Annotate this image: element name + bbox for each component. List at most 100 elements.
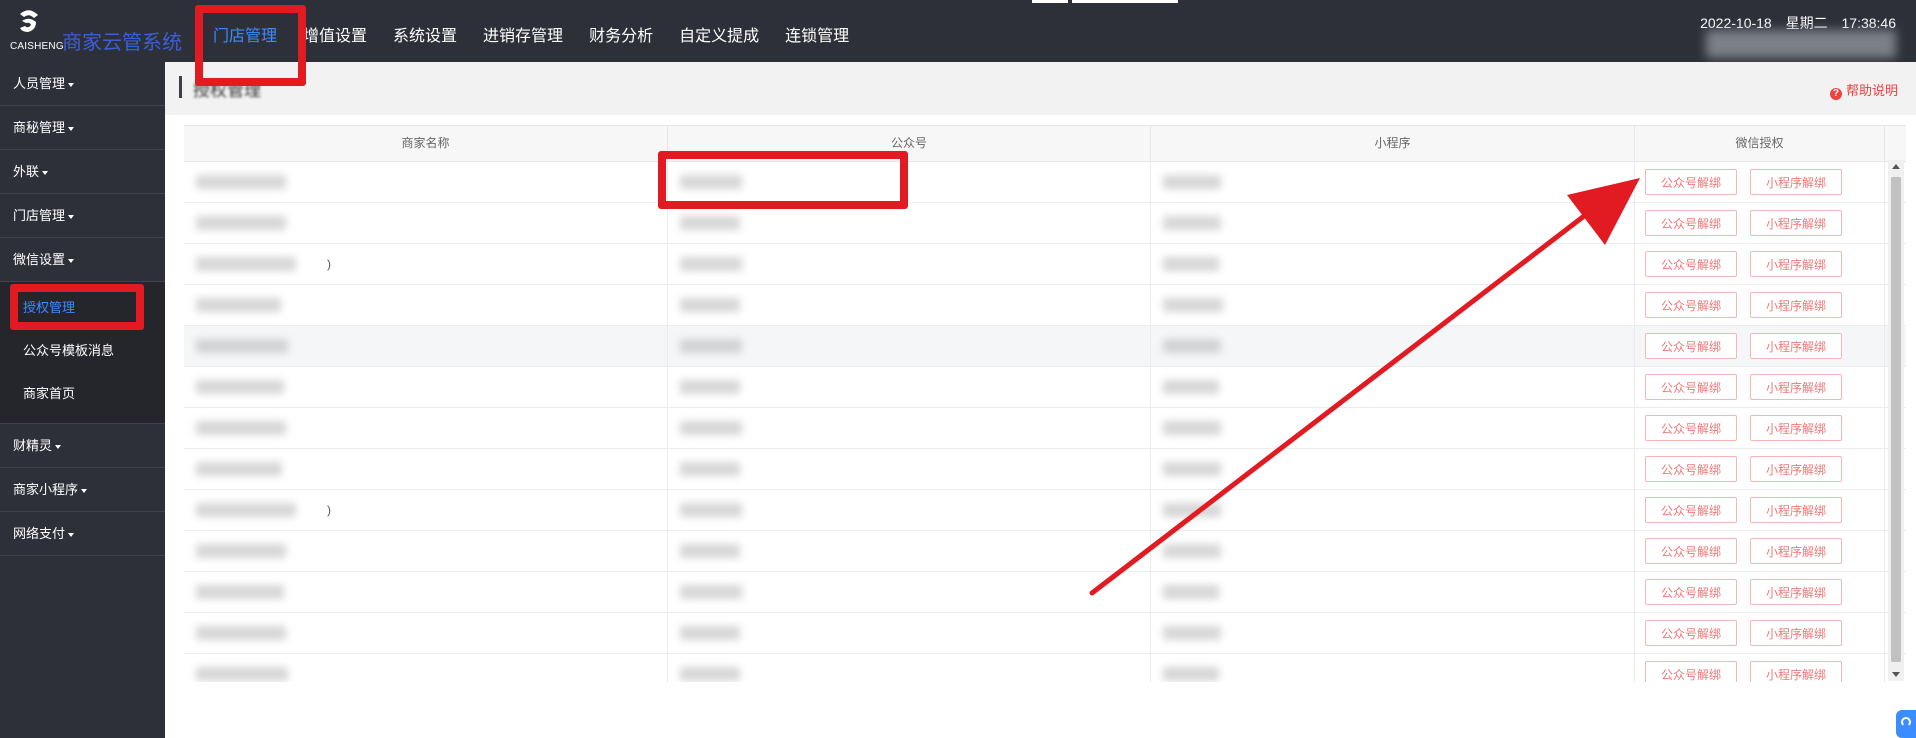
mini-program-cell [1151, 203, 1635, 243]
customer-service-icon[interactable] [1896, 710, 1916, 738]
sidebar-menu-item[interactable]: 网络支付 [0, 512, 165, 556]
unbind-mini-program-button[interactable]: 小程序解绑 [1750, 620, 1842, 646]
merchant-name-cell [184, 408, 668, 448]
sidebar-submenu: 授权管理 公众号模板消息 商家首页 [0, 282, 165, 424]
unbind-official-button[interactable]: 公众号解绑 [1645, 292, 1737, 318]
unbind-mini-program-button[interactable]: 小程序解绑 [1750, 661, 1842, 682]
sidebar-menu-item[interactable]: 微信设置 [0, 238, 165, 282]
scroll-down-arrow-icon[interactable] [1892, 672, 1900, 677]
sidebar-menu-item[interactable]: 商家小程序 [0, 468, 165, 512]
auth-button-group: 公众号解绑 小程序解绑 [1635, 531, 1884, 564]
redacted-value [1163, 175, 1221, 189]
redacted-value [1163, 667, 1219, 681]
unbind-mini-program-button[interactable]: 小程序解绑 [1750, 497, 1842, 523]
top-nav-item[interactable]: 自定义提成 [666, 0, 772, 62]
top-nav-item[interactable]: 连锁管理 [772, 0, 862, 62]
unbind-mini-program-button[interactable]: 小程序解绑 [1750, 579, 1842, 605]
unbind-mini-program-button[interactable]: 小程序解绑 [1750, 292, 1842, 318]
wechat-auth-cell: 公众号解绑 小程序解绑 [1635, 531, 1885, 571]
unbind-official-button[interactable]: 公众号解绑 [1645, 374, 1737, 400]
redacted-value [680, 585, 742, 599]
sidebar-subitem[interactable]: 公众号模板消息 [0, 331, 165, 374]
unbind-mini-program-button[interactable]: 小程序解绑 [1750, 333, 1842, 359]
top-nav-item[interactable]: 财务分析 [576, 0, 666, 62]
sidebar-menu-label: 网络支付 [13, 526, 66, 541]
unbind-official-button[interactable]: 公众号解绑 [1645, 169, 1737, 195]
unbind-official-button[interactable]: 公众号解绑 [1645, 210, 1737, 236]
logo-icon [20, 10, 38, 32]
unbind-mini-program-button[interactable]: 小程序解绑 [1750, 169, 1842, 195]
sidebar-menu-item[interactable]: 门店管理 [0, 194, 165, 238]
table-row: 公众号解绑 小程序解绑 [184, 285, 1906, 326]
unbind-official-button[interactable]: 公众号解绑 [1645, 661, 1737, 682]
redacted-value [196, 216, 286, 230]
table-row: 公众号解绑 小程序解绑 [184, 203, 1906, 244]
unbind-official-button[interactable]: 公众号解绑 [1645, 251, 1737, 277]
redacted-value [196, 421, 286, 435]
mini-program-cell [1151, 449, 1635, 489]
sidebar: 人员管理 商秘管理 外联 门店管理 微信设置 授权管理 公众号模板消息 商家首页 财精灵 商家小程… [0, 62, 165, 738]
unbind-mini-program-button[interactable]: 小程序解绑 [1750, 251, 1842, 277]
merchant-name-tail: ) [327, 503, 331, 517]
merchant-name-cell: ) [184, 244, 668, 284]
table-scrollbar[interactable] [1888, 160, 1904, 681]
top-nav-item[interactable]: 系统设置 [380, 0, 470, 62]
unbind-mini-program-button[interactable]: 小程序解绑 [1750, 415, 1842, 441]
top-nav-item[interactable]: 增值设置 [290, 0, 380, 62]
redacted-value [680, 257, 742, 271]
wechat-auth-cell: 公众号解绑 小程序解绑 [1635, 654, 1885, 682]
redacted-value [1163, 462, 1221, 476]
merchant-name-cell: ) [184, 490, 668, 530]
mini-program-cell [1151, 162, 1635, 202]
sidebar-menu-item[interactable]: 外联 [0, 150, 165, 194]
page-title: 授权管理 [193, 81, 261, 100]
unbind-mini-program-button[interactable]: 小程序解绑 [1750, 538, 1842, 564]
scroll-thumb[interactable] [1891, 177, 1901, 662]
redacted-value [1163, 626, 1221, 640]
auth-button-group: 公众号解绑 小程序解绑 [1635, 449, 1884, 482]
user-info-redacted[interactable] [1706, 30, 1896, 58]
scroll-up-arrow-icon[interactable] [1892, 164, 1900, 169]
redacted-value [196, 544, 286, 558]
official-account-cell [668, 531, 1151, 571]
redacted-value [680, 380, 740, 394]
help-link[interactable]: ? 帮助说明 [1829, 80, 1898, 100]
wechat-auth-cell: 公众号解绑 小程序解绑 [1635, 285, 1885, 325]
sidebar-menu-item[interactable]: 财精灵 [0, 424, 165, 468]
sidebar-menu-label: 外联 [13, 164, 40, 179]
official-account-cell [668, 285, 1151, 325]
caisheng-logo[interactable]: CAISHENG [10, 8, 64, 54]
unbind-mini-program-button[interactable]: 小程序解绑 [1750, 456, 1842, 482]
redacted-value [1163, 339, 1221, 353]
sidebar-menu-label: 商秘管理 [13, 120, 66, 135]
sidebar-menu-item[interactable]: 人员管理 [0, 62, 165, 106]
unbind-official-button[interactable]: 公众号解绑 [1645, 333, 1737, 359]
sidebar-menu-item[interactable]: 商秘管理 [0, 106, 165, 150]
redacted-value [1163, 503, 1221, 517]
mini-program-cell [1151, 244, 1635, 284]
auth-button-group: 公众号解绑 小程序解绑 [1635, 326, 1884, 359]
official-account-cell [668, 367, 1151, 407]
app-title[interactable]: 商家云管系统 [62, 26, 182, 55]
sidebar-subitem[interactable]: 商家首页 [0, 374, 165, 417]
header-accent-bar [179, 76, 182, 98]
unbind-official-button[interactable]: 公众号解绑 [1645, 456, 1737, 482]
top-nav-item[interactable]: 门店管理 [200, 0, 290, 62]
caret-down-icon [68, 82, 75, 87]
redacted-value [1163, 298, 1223, 312]
table-row: 公众号解绑 小程序解绑 [184, 449, 1906, 490]
unbind-official-button[interactable]: 公众号解绑 [1645, 497, 1737, 523]
unbind-mini-program-button[interactable]: 小程序解绑 [1750, 374, 1842, 400]
unbind-official-button[interactable]: 公众号解绑 [1645, 579, 1737, 605]
redacted-value [196, 380, 284, 394]
sidebar-subitem[interactable]: 授权管理 [0, 288, 165, 331]
unbind-official-button[interactable]: 公众号解绑 [1645, 538, 1737, 564]
merchant-name-cell [184, 203, 668, 243]
unbind-official-button[interactable]: 公众号解绑 [1645, 415, 1737, 441]
official-account-cell [668, 490, 1151, 530]
unbind-mini-program-button[interactable]: 小程序解绑 [1750, 210, 1842, 236]
top-nav-item[interactable]: 进销存管理 [470, 0, 576, 62]
unbind-official-button[interactable]: 公众号解绑 [1645, 620, 1737, 646]
mini-program-cell [1151, 367, 1635, 407]
redacted-value [1163, 544, 1221, 558]
